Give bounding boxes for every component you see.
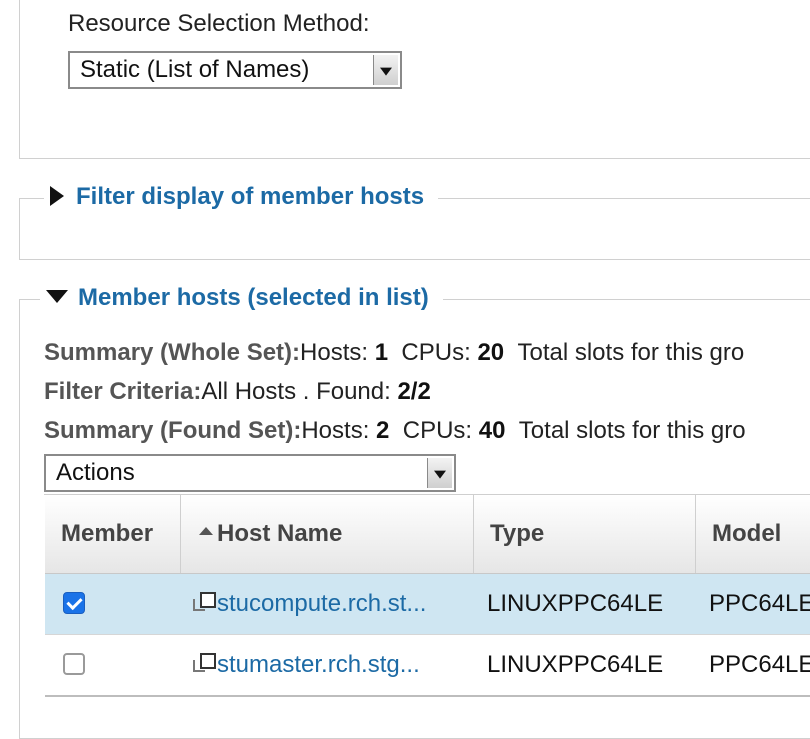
found-count: 2/2	[397, 378, 431, 405]
cpus-label: CPUs:	[401, 339, 478, 366]
host-link[interactable]: stumaster.rch.stg...	[193, 635, 420, 695]
member-hosts-section-toggle[interactable]: Member hosts (selected in list)	[40, 284, 443, 312]
hosts-label: Hosts:	[300, 339, 375, 366]
column-header-type[interactable]: Type	[474, 495, 696, 573]
member-hosts-table: Member Host Name Type Model stucompute.r…	[44, 494, 810, 697]
filter-criteria-text: All Hosts . Found:	[201, 378, 398, 405]
table-header: Member Host Name Type Model	[45, 495, 810, 574]
summary-found-set: Summary (Found Set):Hosts: 2 CPUs: 40 To…	[44, 417, 746, 445]
member-hosts-section-title[interactable]: Member hosts (selected in list)	[78, 284, 429, 311]
total-slots-text: Total slots for this gro	[517, 339, 745, 366]
resource-selection-dropdown[interactable]: Static (List of Names)	[68, 51, 402, 89]
summary-found-label: Summary (Found Set):	[44, 417, 302, 444]
host-type: LINUXPPC64LE	[487, 651, 664, 678]
hosts-count: 2	[376, 417, 390, 444]
actions-value: Actions	[56, 459, 135, 486]
filter-criteria: Filter Criteria:All Hosts . Found: 2/2	[44, 378, 431, 406]
cpus-count: 20	[477, 339, 505, 366]
actions-dropdown[interactable]: Actions	[44, 454, 456, 492]
cpus-label: CPUs:	[402, 417, 479, 444]
summary-whole-label: Summary (Whole Set):	[44, 339, 301, 366]
dropdown-arrow-icon[interactable]	[427, 458, 452, 488]
resource-selection-label: Resource Selection Method:	[68, 10, 370, 37]
hosts-label: Hosts:	[301, 417, 377, 444]
cpus-count: 40	[478, 417, 506, 444]
filter-section-title[interactable]: Filter display of member hosts	[76, 183, 424, 210]
total-slots-text: Total slots for this gro	[518, 417, 746, 444]
hosts-count: 1	[374, 339, 389, 366]
filter-criteria-label: Filter Criteria:	[44, 378, 202, 405]
checkbox-checked-icon[interactable]	[63, 592, 85, 614]
filter-section-toggle[interactable]: Filter display of member hosts	[44, 183, 439, 211]
column-header-host-name[interactable]: Host Name	[181, 495, 474, 573]
dropdown-arrow-icon[interactable]	[373, 55, 398, 85]
open-in-new-window-icon[interactable]	[193, 653, 216, 675]
sort-ascending-icon[interactable]	[199, 527, 213, 535]
host-type: LINUXPPC64LE	[487, 590, 664, 617]
open-in-new-window-icon[interactable]	[193, 592, 216, 614]
chevron-down-icon[interactable]	[46, 290, 68, 303]
checkbox-unchecked-icon[interactable]	[63, 653, 85, 675]
summary-whole-set: Summary (Whole Set):Hosts: 1 CPUs: 20 To…	[44, 339, 744, 367]
column-header-model[interactable]: Model	[696, 495, 810, 573]
host-model: PPC64LE	[709, 651, 810, 678]
host-model: PPC64LE	[709, 590, 810, 617]
resource-selection-value: Static (List of Names)	[80, 56, 310, 83]
chevron-right-icon[interactable]	[50, 186, 64, 206]
table-row[interactable]: stumaster.rch.stg... LINUXPPC64LE PPC64L…	[45, 635, 810, 697]
host-link[interactable]: stucompute.rch.st...	[193, 574, 426, 634]
table-row[interactable]: stucompute.rch.st... LINUXPPC64LE PPC64L…	[45, 574, 810, 635]
column-header-member[interactable]: Member	[45, 495, 181, 573]
